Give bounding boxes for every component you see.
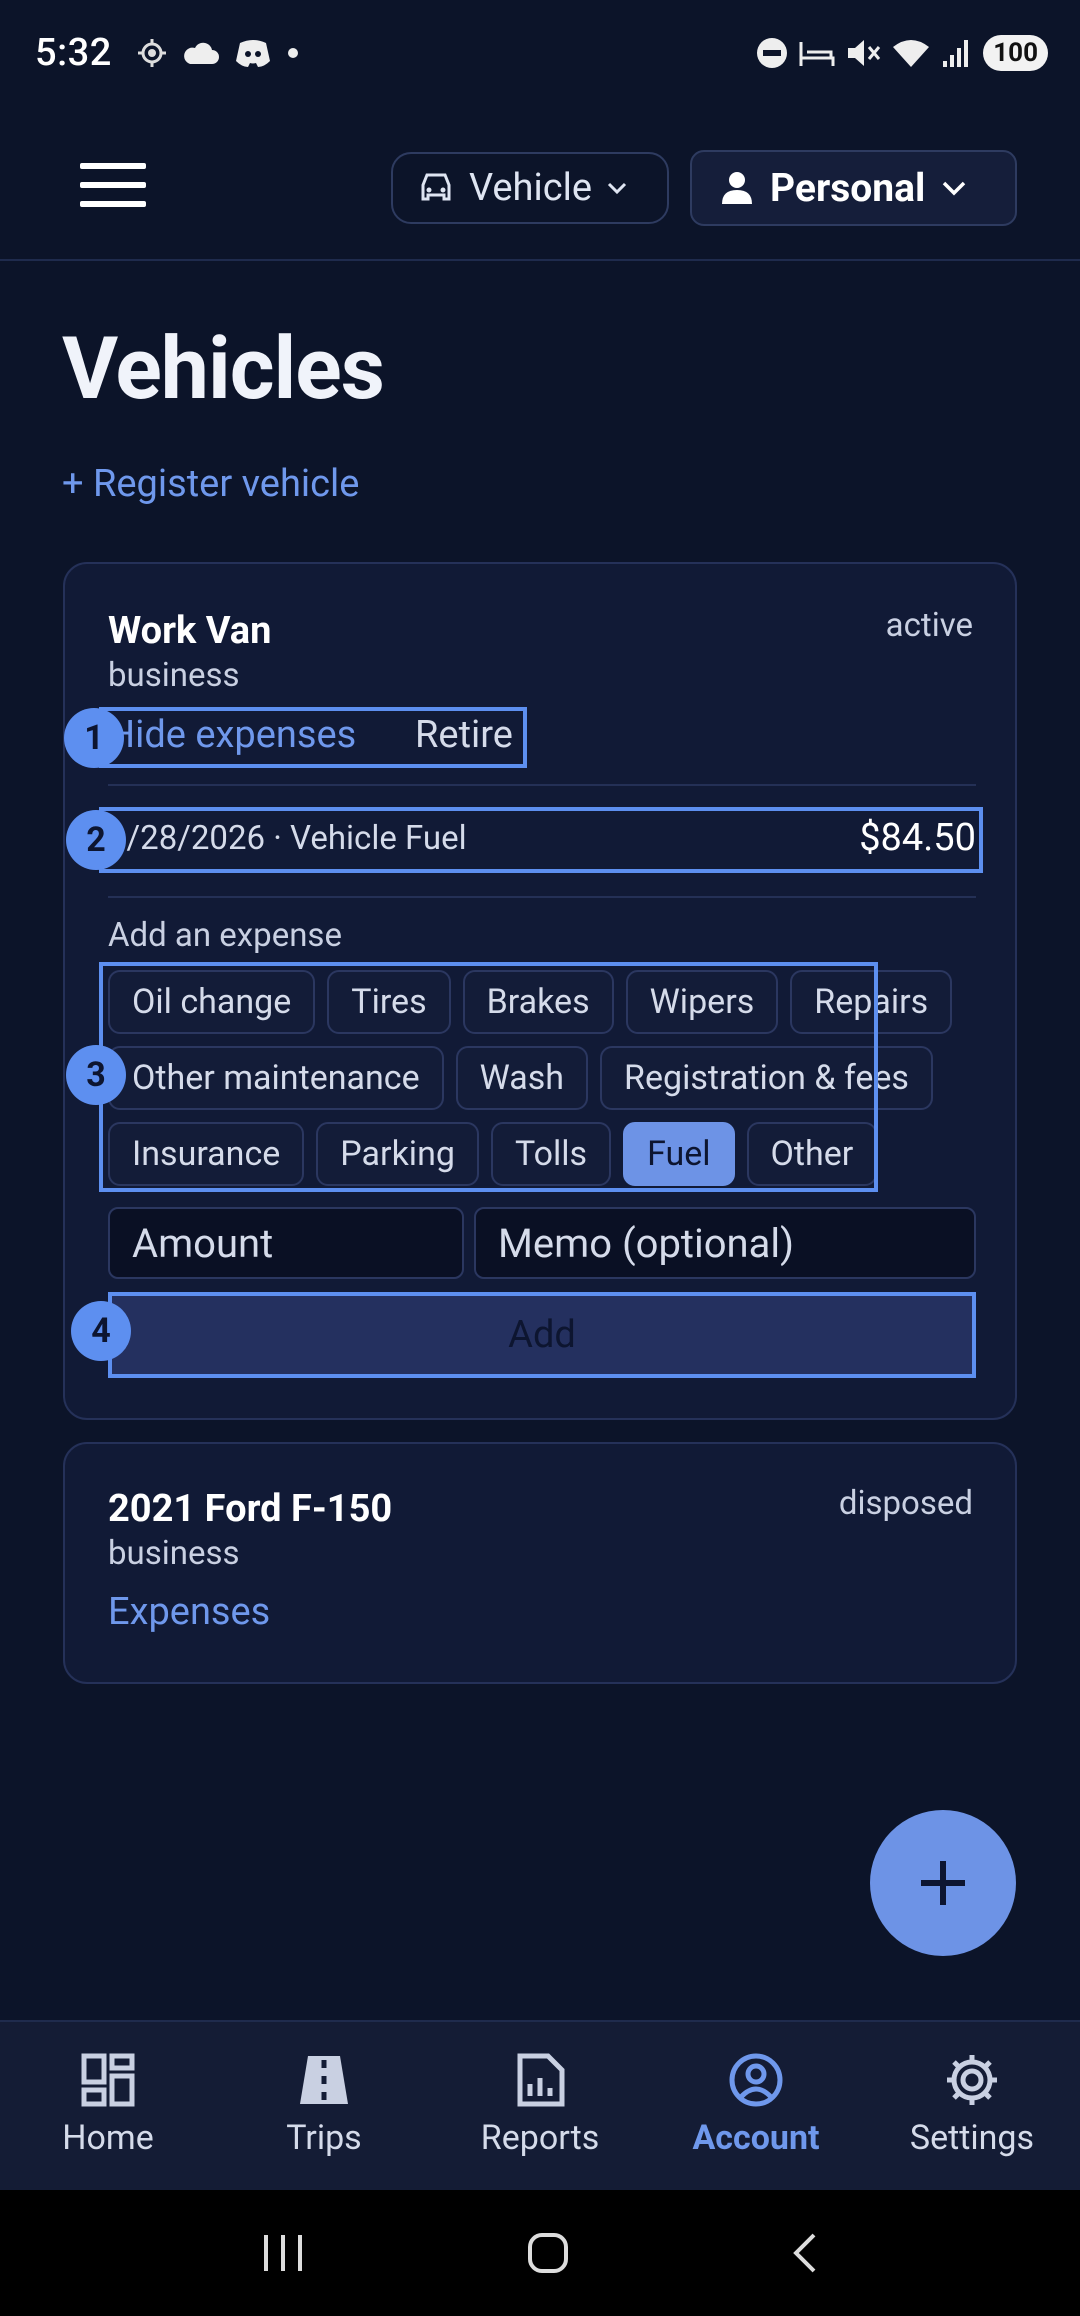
system-nav-bar xyxy=(0,2190,1080,2316)
annotation-box-3 xyxy=(99,962,878,1192)
gear-icon xyxy=(947,2055,997,2105)
nav-account[interactable]: Account xyxy=(648,2022,864,2190)
vehicle-card: 2021 Ford F-150 business disposed Expens… xyxy=(63,1442,1017,1684)
wifi-icon xyxy=(893,39,930,67)
chevron-down-icon xyxy=(607,182,627,195)
nav-home[interactable]: Home xyxy=(0,2022,216,2190)
status-time: 5:32 xyxy=(35,30,112,75)
dnd-icon xyxy=(757,37,788,68)
signal-icon xyxy=(943,39,969,67)
nav-label: Account xyxy=(692,2118,820,2158)
nav-label: Reports xyxy=(480,2118,600,2158)
hamburger-menu-icon[interactable] xyxy=(80,163,146,207)
location-icon xyxy=(137,38,166,67)
vehicle-selector-label: Vehicle xyxy=(469,166,592,210)
nav-settings[interactable]: Settings xyxy=(864,2022,1080,2190)
annotation-badge-1: 1 xyxy=(64,708,124,768)
vehicle-selector[interactable]: Vehicle xyxy=(391,152,669,224)
annotation-box-2 xyxy=(99,807,983,873)
status-bar: 5:32 100 xyxy=(0,0,1080,105)
nav-trips[interactable]: Trips xyxy=(216,2022,432,2190)
weather-icon xyxy=(183,42,219,64)
amount-input[interactable]: Amount xyxy=(108,1207,464,1279)
page-title: Vehicles xyxy=(62,318,385,419)
chevron-down-icon xyxy=(943,181,966,196)
vehicle-status: active xyxy=(885,606,973,645)
vehicle-status: disposed xyxy=(838,1484,973,1523)
register-vehicle-link[interactable]: + Register vehicle xyxy=(62,462,359,506)
add-fab-button[interactable] xyxy=(870,1810,1016,1956)
dot-icon xyxy=(287,47,298,58)
recents-icon[interactable] xyxy=(260,2233,306,2273)
dashboard-icon xyxy=(81,2053,135,2107)
sleep-icon xyxy=(799,41,835,66)
add-expense-label: Add an expense xyxy=(108,916,342,955)
nav-label: Trips xyxy=(286,2118,362,2158)
battery-badge: 100 xyxy=(983,34,1048,71)
vehicle-type: business xyxy=(108,656,240,695)
profile-selector[interactable]: Personal xyxy=(690,150,1017,226)
expenses-link[interactable]: Expenses xyxy=(108,1590,270,1634)
nav-label: Home xyxy=(62,2118,154,2158)
car-icon xyxy=(421,173,451,201)
back-icon[interactable] xyxy=(790,2231,820,2275)
road-icon xyxy=(300,2056,348,2104)
person-icon xyxy=(722,172,752,204)
annotation-badge-4: 4 xyxy=(71,1301,131,1361)
nav-label: Settings xyxy=(909,2118,1035,2158)
nav-reports[interactable]: Reports xyxy=(432,2022,648,2190)
bottom-nav: Home Trips Reports Account Settings xyxy=(0,2020,1080,2190)
memo-input[interactable]: Memo (optional) xyxy=(474,1207,976,1279)
app-header: Vehicle Personal xyxy=(0,105,1080,261)
account-icon xyxy=(729,2053,783,2107)
report-icon xyxy=(517,2053,565,2107)
vehicle-type: business xyxy=(108,1534,240,1573)
mute-icon xyxy=(848,39,881,66)
plus-icon xyxy=(921,1861,965,1905)
annotation-box-1 xyxy=(99,707,527,768)
add-expense-button[interactable]: Add xyxy=(108,1292,976,1378)
home-icon[interactable] xyxy=(526,2231,570,2275)
annotation-badge-3: 3 xyxy=(66,1045,126,1105)
vehicle-name: 2021 Ford F-150 xyxy=(108,1487,393,1531)
annotation-badge-2: 2 xyxy=(66,810,126,870)
profile-selector-label: Personal xyxy=(770,165,926,211)
discord-icon xyxy=(235,39,270,67)
vehicle-name: Work Van xyxy=(108,609,272,653)
